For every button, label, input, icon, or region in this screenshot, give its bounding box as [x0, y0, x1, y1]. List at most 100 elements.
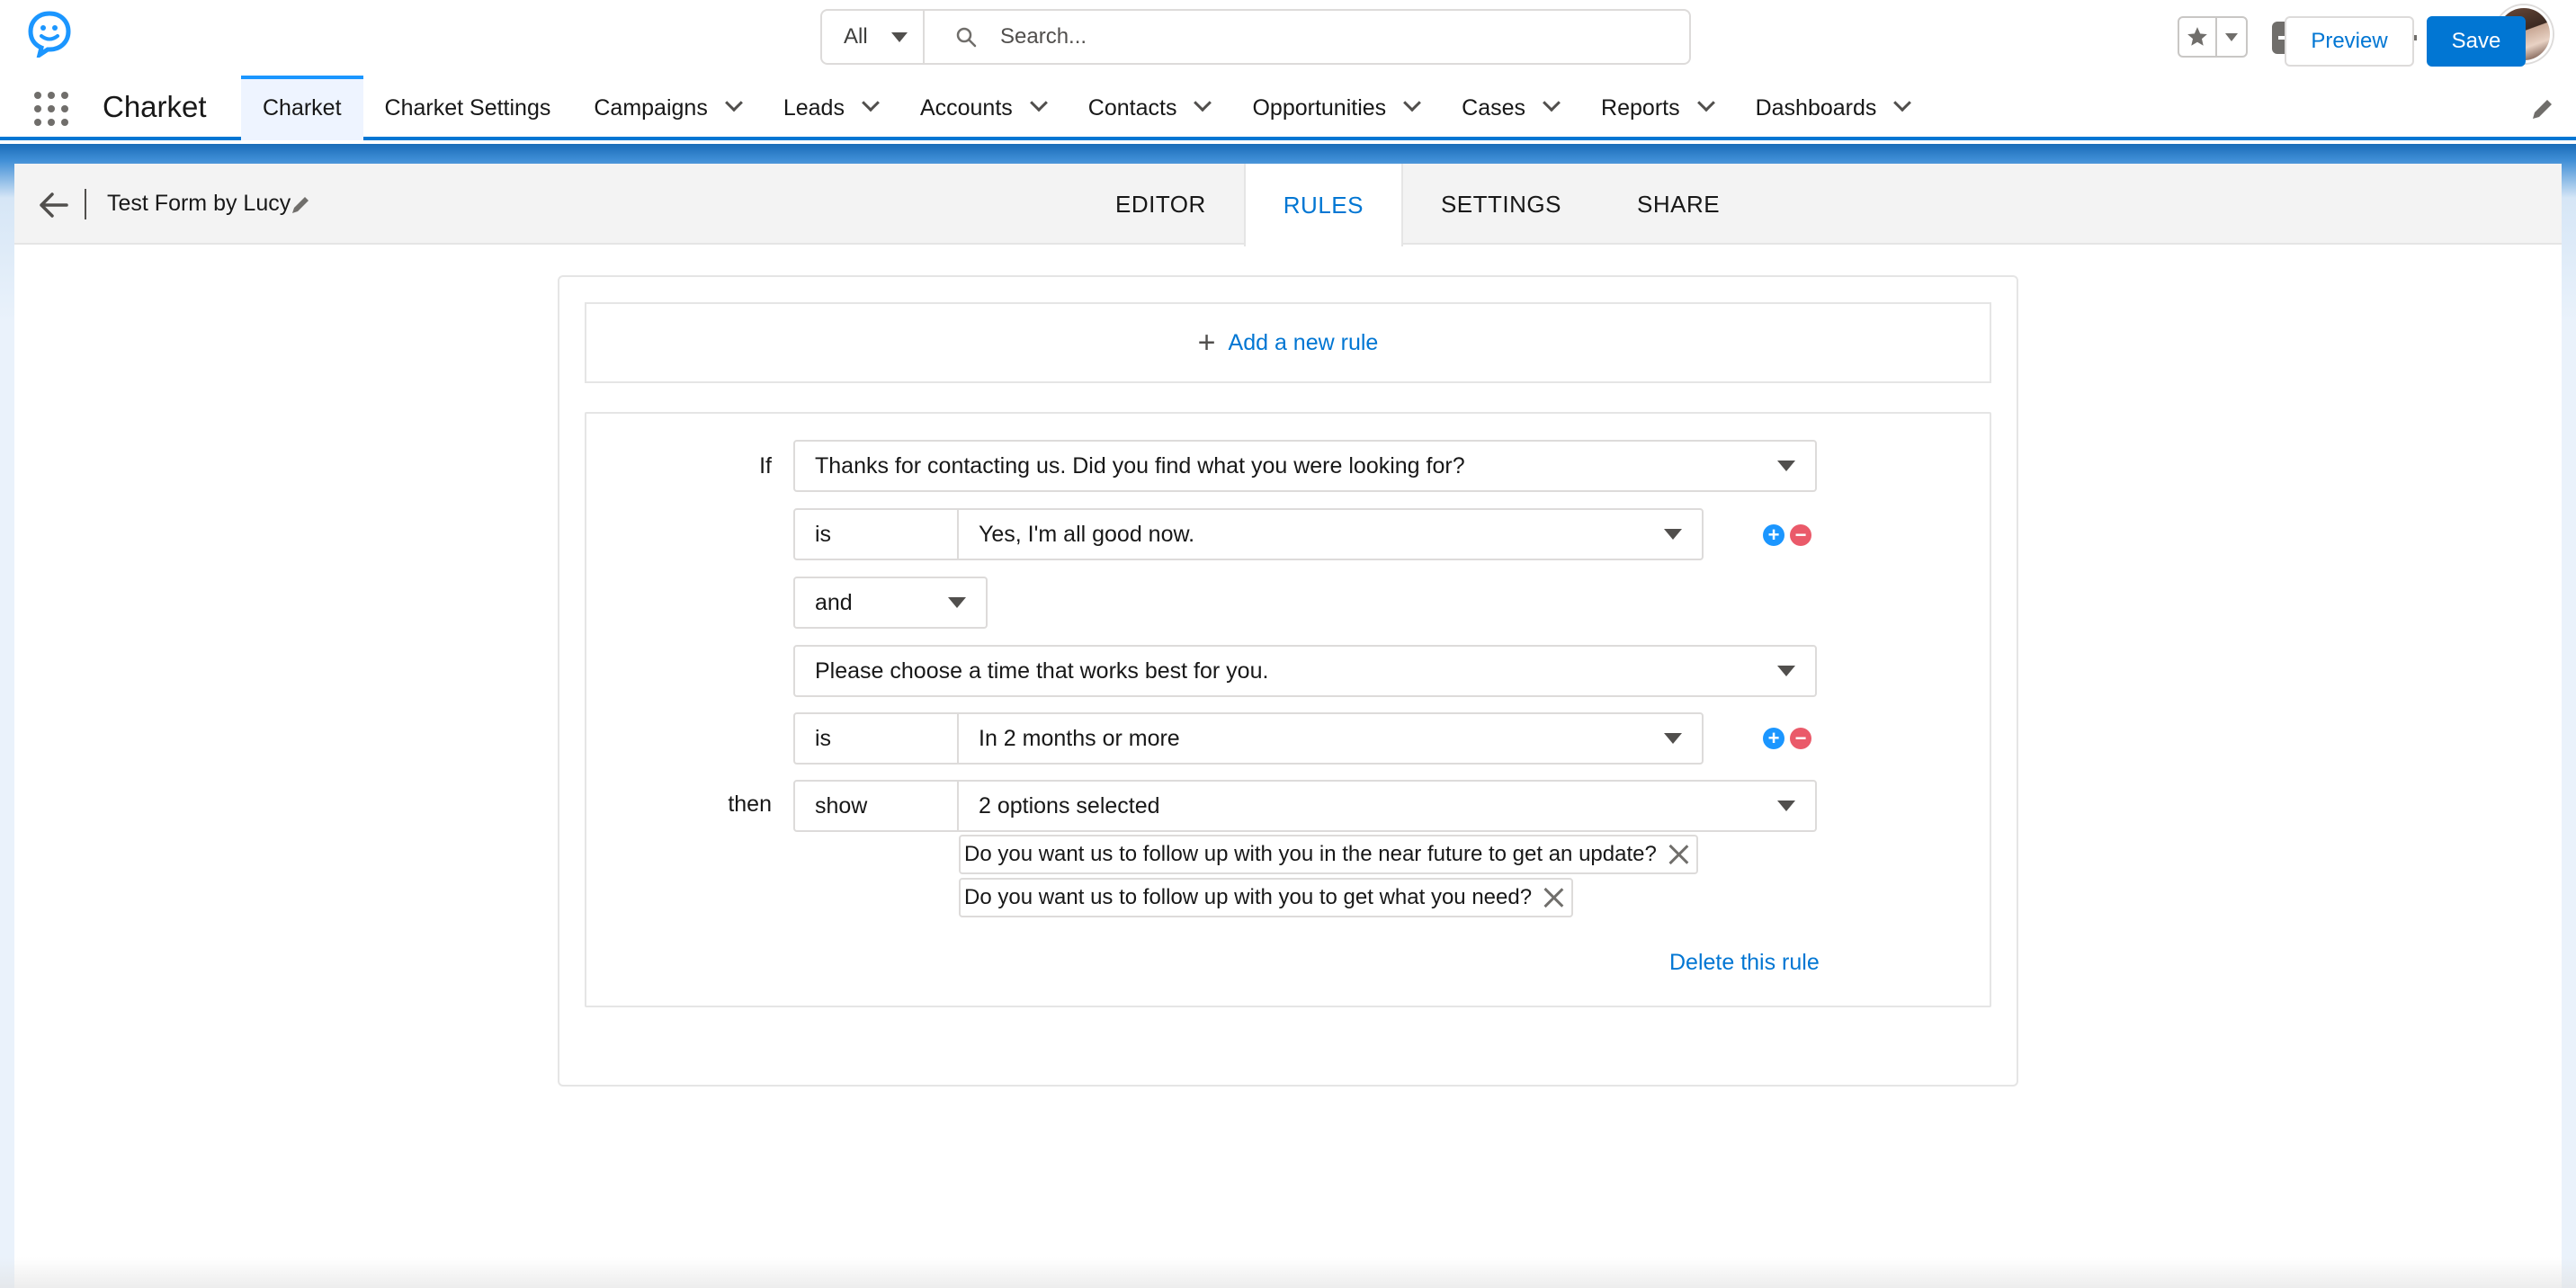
nav-item-label: Leads: [783, 94, 845, 121]
pill-label: Do you want us to follow up with you to …: [964, 885, 1533, 909]
condition2-value-select[interactable]: In 2 months or more: [959, 714, 1702, 763]
action-group: show 2 options selected: [793, 780, 1817, 832]
select-value: Thanks for contacting us. Did you find w…: [815, 452, 1465, 479]
tab-settings[interactable]: SETTINGS: [1403, 164, 1599, 245]
caret-down-icon: [2225, 32, 2238, 41]
chevron-down-icon[interactable]: [1403, 94, 1422, 112]
delete-rule-link[interactable]: Delete this rule: [1669, 950, 1820, 976]
edit-title-pencil-icon[interactable]: [290, 192, 313, 216]
search-field: [925, 24, 1689, 49]
search-input[interactable]: [1000, 24, 1630, 49]
tab-share[interactable]: SHARE: [1599, 164, 1758, 245]
nav-item-leads[interactable]: Leads: [762, 76, 899, 140]
preview-button[interactable]: Preview: [2285, 16, 2414, 67]
edit-nav-pencil-icon[interactable]: [2529, 95, 2556, 122]
condition1-operator[interactable]: is: [795, 510, 959, 559]
nav-item-label: Dashboards: [1755, 94, 1877, 121]
add-condition-icon[interactable]: +: [1763, 524, 1784, 546]
remove-pill-close-icon[interactable]: [1668, 844, 1689, 865]
operator-label: is: [815, 521, 832, 547]
caret-down-icon: [1777, 801, 1795, 811]
condition1-value-group: is Yes, I'm all good now.: [793, 508, 1704, 560]
chevron-down-icon[interactable]: [1893, 94, 1912, 112]
condition2-value-group: is In 2 months or more: [793, 712, 1704, 765]
action-select[interactable]: show: [795, 782, 959, 830]
pill-label: Do you want us to follow up with you in …: [964, 842, 1657, 866]
condition1-value-select[interactable]: Yes, I'm all good now.: [959, 510, 1702, 559]
search-scope-dropdown[interactable]: All: [822, 11, 925, 63]
favorites-star-icon[interactable]: [2179, 18, 2217, 56]
nav-item-accounts[interactable]: Accounts: [899, 76, 1067, 140]
caret-down-icon: [1664, 733, 1682, 744]
tab-editor[interactable]: EDITOR: [1078, 164, 1244, 245]
then-label: then: [728, 792, 772, 817]
add-condition-icon[interactable]: +: [1763, 728, 1784, 749]
caret-down-icon: [1777, 666, 1795, 676]
add-new-rule-button[interactable]: + Add a new rule: [585, 302, 1991, 383]
nav-item-label: Campaigns: [594, 94, 708, 121]
remove-condition-icon[interactable]: −: [1790, 524, 1811, 546]
condition2-operator[interactable]: is: [795, 714, 959, 763]
nav-item-label: Reports: [1601, 94, 1680, 121]
back-arrow-icon[interactable]: [36, 187, 72, 223]
chevron-down-icon[interactable]: [724, 94, 743, 112]
nav-item-label: Opportunities: [1252, 94, 1387, 121]
select-value: and: [815, 589, 853, 615]
charket-logo-icon[interactable]: [25, 9, 74, 58]
chevron-down-icon[interactable]: [862, 94, 880, 112]
favorites-button-group: [2178, 16, 2248, 58]
select-value: 2 options selected: [979, 792, 1160, 818]
global-header: All: [0, 0, 2576, 76]
caret-down-icon: [1777, 461, 1795, 471]
builder-tabs: EDITOR RULES SETTINGS SHARE: [1078, 164, 1758, 246]
caret-down-icon: [948, 597, 966, 608]
remove-condition-icon[interactable]: −: [1790, 728, 1811, 749]
nav-item-label: Charket: [263, 94, 342, 121]
select-value: Please choose a time that works best for…: [815, 657, 1269, 684]
targets-multiselect[interactable]: 2 options selected: [959, 782, 1815, 830]
chevron-down-icon[interactable]: [1543, 94, 1561, 112]
global-search: All: [820, 9, 1691, 65]
nav-item-reports[interactable]: Reports: [1579, 76, 1734, 140]
app-navigation-bar: Charket Charket Charket Settings Campaig…: [0, 76, 2576, 140]
favorites-list-dropdown[interactable]: [2217, 18, 2246, 56]
divider: [85, 189, 86, 219]
chevron-down-icon[interactable]: [1194, 94, 1212, 112]
form-builder-header: Test Form by Lucy EDITOR RULES SETTINGS …: [14, 164, 2562, 246]
selected-target-pill: Do you want us to follow up with you to …: [959, 878, 1574, 917]
action-label: show: [815, 792, 868, 818]
search-scope-label: All: [844, 24, 868, 49]
nav-items: Charket Charket Settings Campaigns Leads…: [241, 76, 1930, 140]
tab-rules[interactable]: RULES: [1243, 164, 1403, 246]
caret-down-icon: [1664, 529, 1682, 540]
save-button[interactable]: Save: [2427, 16, 2526, 67]
selected-target-pill: Do you want us to follow up with you in …: [959, 835, 1698, 874]
search-icon: [956, 27, 977, 48]
nav-item-charket-settings[interactable]: Charket Settings: [363, 76, 573, 140]
connector-select[interactable]: and: [793, 577, 988, 629]
nav-item-contacts[interactable]: Contacts: [1067, 76, 1231, 140]
caret-down-icon: [890, 31, 908, 42]
if-label: If: [759, 453, 772, 479]
select-value: In 2 months or more: [979, 725, 1180, 751]
nav-item-cases[interactable]: Cases: [1440, 76, 1579, 140]
condition2-question-select[interactable]: Please choose a time that works best for…: [793, 645, 1817, 697]
nav-item-label: Cases: [1462, 94, 1526, 121]
bottom-shade: [0, 1257, 2576, 1288]
nav-item-campaigns[interactable]: Campaigns: [572, 76, 761, 140]
nav-item-label: Accounts: [919, 94, 1013, 121]
nav-item-charket[interactable]: Charket: [241, 76, 363, 140]
select-value: Yes, I'm all good now.: [979, 521, 1195, 547]
app-name: Charket: [103, 90, 207, 123]
condition1-question-select[interactable]: Thanks for contacting us. Did you find w…: [793, 440, 1817, 492]
add-rule-label: Add a new rule: [1228, 329, 1379, 355]
remove-pill-close-icon[interactable]: [1543, 887, 1564, 908]
chevron-down-icon[interactable]: [1029, 94, 1048, 112]
chevron-down-icon[interactable]: [1696, 94, 1715, 112]
app-launcher-icon[interactable]: [34, 92, 68, 126]
form-title: Test Form by Lucy: [107, 191, 291, 216]
nav-item-label: Contacts: [1087, 94, 1177, 121]
plus-icon: +: [1197, 326, 1216, 360]
nav-item-dashboards[interactable]: Dashboards: [1734, 76, 1931, 140]
nav-item-opportunities[interactable]: Opportunities: [1230, 76, 1440, 140]
